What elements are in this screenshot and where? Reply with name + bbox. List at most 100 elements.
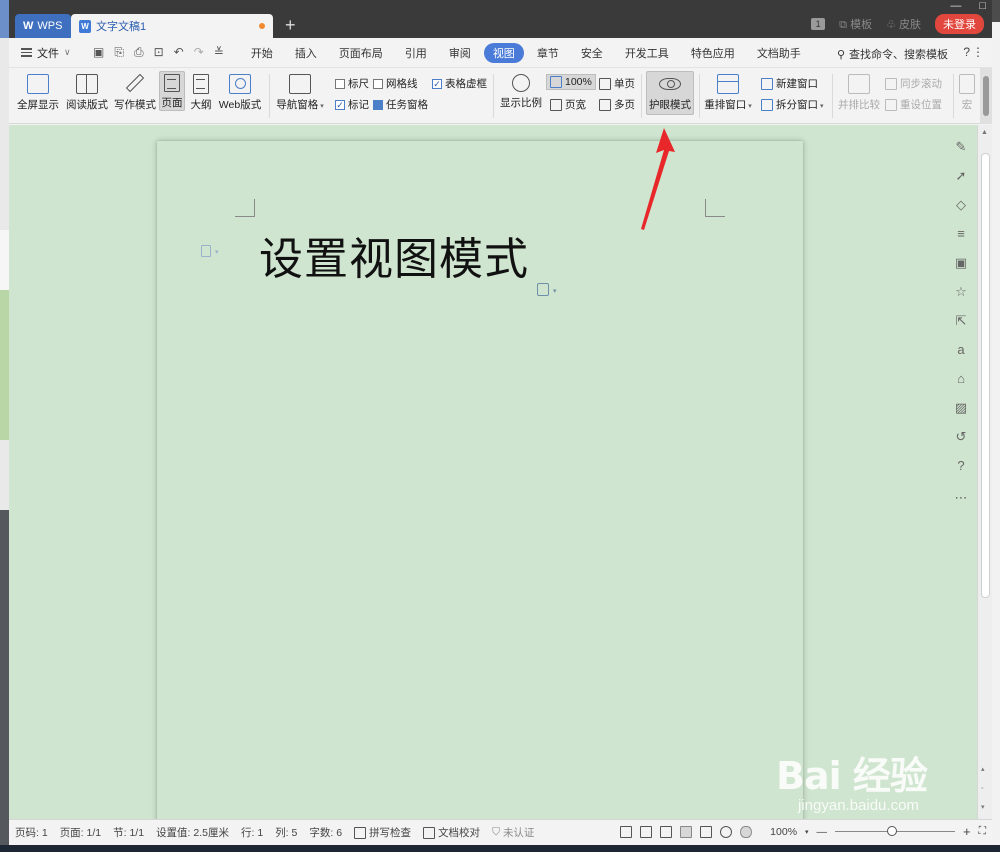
window-count-badge[interactable]: 1	[811, 18, 826, 30]
export-icon[interactable]: ⎘	[114, 45, 124, 60]
sync-scroll-button[interactable]: 同步滚动	[885, 76, 942, 91]
reset-position-button[interactable]: 重设位置	[885, 97, 942, 112]
document-heading[interactable]: 设置视图模式	[259, 223, 529, 287]
star-icon[interactable]: ☆	[954, 285, 968, 299]
outline-view-icon[interactable]	[700, 825, 713, 838]
scroll-select-icon[interactable]: ◦	[981, 785, 983, 792]
fullscreen-view-icon[interactable]	[620, 825, 633, 838]
nav-pane-button[interactable]: 导航窗格 ▾	[275, 74, 325, 112]
page-layout-button[interactable]: 页面	[159, 71, 185, 111]
command-search[interactable]: ⚲ 查找命令、搜索模板	[837, 46, 948, 62]
web-view-icon[interactable]	[720, 825, 733, 838]
single-page-button[interactable]: 单页	[599, 76, 635, 91]
tab-7[interactable]: 安全	[572, 43, 612, 63]
cursor-icon[interactable]: ➚	[954, 169, 968, 183]
fullscreen-button[interactable]: 全屏显示	[15, 74, 61, 112]
customize-icon[interactable]: ≚	[214, 45, 224, 60]
macro-button[interactable]: 宏	[957, 74, 977, 112]
pen-icon[interactable]: ✎	[954, 140, 968, 154]
eye-protection-button[interactable]: 护眼模式	[646, 71, 694, 115]
new-tab-button[interactable]: +	[285, 16, 296, 34]
fit-window-icon[interactable]: ⛶	[979, 825, 986, 838]
zoom-slider[interactable]	[835, 826, 956, 836]
task-pane-checkbox[interactable]: 任务窗格	[373, 97, 428, 112]
maximize-icon[interactable]: □	[979, 0, 986, 12]
tab-3[interactable]: 引用	[396, 43, 436, 63]
image-frame-icon[interactable]: ▣	[954, 256, 968, 270]
vertical-scrollbar[interactable]: ▲ ▴ ◦ ▾	[977, 125, 992, 819]
tab-5[interactable]: 视图	[483, 42, 524, 63]
status-setting[interactable]: 设置值: 2.5厘米	[156, 825, 229, 840]
tab-1[interactable]: 插入	[286, 43, 326, 63]
web-layout-button[interactable]: Web版式	[217, 74, 263, 112]
scroll-up-icon[interactable]: ▲	[981, 129, 988, 136]
shapes-icon[interactable]: ◇	[954, 198, 968, 212]
more-menu-button[interactable]: ⋮	[972, 45, 984, 59]
outline-button[interactable]: 大纲	[188, 74, 214, 112]
tab-document[interactable]: W 文字文稿1	[71, 14, 273, 38]
multi-page-button[interactable]: 多页	[599, 97, 635, 112]
scroll-prev-page-icon[interactable]: ▴	[981, 765, 985, 773]
help-button[interactable]: ?	[963, 45, 970, 59]
skin-button[interactable]: ♧ 皮肤	[886, 16, 921, 32]
template-button[interactable]: ⧉ 模板	[839, 16, 872, 32]
side-by-side-button[interactable]: 并排比较	[837, 74, 881, 112]
tab-9[interactable]: 特色应用	[682, 43, 744, 63]
split-window-button[interactable]: 拆分窗口 ▾	[761, 97, 823, 112]
reading-layout-button[interactable]: 阅读版式	[65, 74, 109, 112]
writing-mode-button[interactable]: 写作模式	[113, 73, 157, 112]
ribbon-scrollbar[interactable]	[980, 68, 992, 124]
writing-view-icon[interactable]	[660, 825, 673, 838]
page-width-button[interactable]: 页宽	[550, 97, 586, 112]
picture-icon[interactable]: ▨	[954, 401, 968, 415]
tab-10[interactable]: 文档助手	[748, 43, 810, 63]
tab-6[interactable]: 章节	[528, 43, 568, 63]
document-workspace[interactable]: ▾ 设置视图模式 ▾	[9, 125, 992, 819]
chevron-down-icon[interactable]: ▾	[805, 828, 809, 836]
paragraph-handle-icon[interactable]	[201, 245, 211, 257]
print-preview-icon[interactable]: ⊡	[154, 45, 164, 60]
undo-icon[interactable]: ↶	[174, 45, 184, 60]
redo-icon[interactable]: ↷	[194, 45, 204, 60]
scroll-thumb[interactable]	[981, 153, 990, 598]
paste-options-icon[interactable]	[537, 283, 549, 296]
gridlines-checkbox[interactable]: 网格线	[373, 76, 418, 91]
new-window-button[interactable]: 新建窗口	[761, 76, 818, 91]
eye-mode-icon[interactable]	[740, 825, 753, 838]
minimize-icon[interactable]: —	[950, 0, 961, 12]
table-grid-checkbox[interactable]: ✓ 表格虚框	[432, 76, 487, 91]
print-icon[interactable]: ⎙	[134, 45, 144, 60]
tab-2[interactable]: 页面布局	[330, 43, 392, 63]
settings-icon[interactable]: ≡	[954, 227, 968, 241]
zoom-100-button[interactable]: 100%	[546, 74, 596, 90]
zoom-out-button[interactable]: —	[817, 826, 828, 838]
archive-icon[interactable]: ⌂	[954, 372, 968, 386]
zoom-ratio-button[interactable]: 显示比例	[499, 74, 543, 110]
status-pages[interactable]: 页面: 1/1	[60, 825, 101, 840]
zoom-slider-knob[interactable]	[887, 826, 898, 836]
tab-0[interactable]: 开始	[242, 43, 282, 63]
status-word-count[interactable]: 字数: 6	[309, 825, 342, 840]
scroll-next-page-icon[interactable]: ▾	[981, 803, 985, 811]
reading-view-icon[interactable]	[640, 825, 653, 838]
rearrange-window-button[interactable]: 重排窗口 ▾	[703, 74, 753, 112]
spellcheck-button[interactable]: 拼写检查	[354, 825, 411, 840]
help-icon[interactable]: ?	[954, 459, 968, 473]
zoom-percent[interactable]: 100%	[770, 826, 797, 838]
document-page[interactable]: ▾ 设置视图模式 ▾	[157, 141, 803, 819]
zoom-in-button[interactable]: +	[963, 824, 971, 839]
save-icon[interactable]: ▣	[93, 45, 104, 60]
ruler-checkbox[interactable]: 标尺	[335, 76, 369, 91]
page-view-icon[interactable]	[680, 825, 693, 838]
tab-wps[interactable]: W WPS	[15, 14, 71, 38]
marks-checkbox[interactable]: ✓ 标记	[335, 97, 369, 112]
file-menu-button[interactable]: 文件 ∨	[9, 45, 89, 61]
login-button[interactable]: 未登录	[935, 14, 984, 34]
doc-check-button[interactable]: 文档校对	[423, 825, 480, 840]
history-icon[interactable]: ↺	[954, 430, 968, 444]
status-section[interactable]: 节: 1/1	[113, 825, 144, 840]
tab-8[interactable]: 开发工具	[616, 43, 678, 63]
tab-4[interactable]: 审阅	[440, 43, 480, 63]
status-page-number[interactable]: 页码: 1	[15, 825, 48, 840]
translate-icon[interactable]: a	[954, 343, 968, 357]
